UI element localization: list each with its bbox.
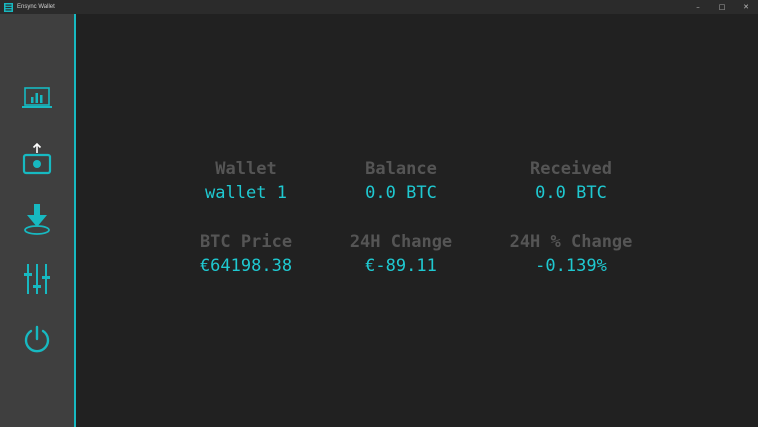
sliders-icon bbox=[22, 262, 52, 300]
balance-value: 0.0 BTC bbox=[365, 183, 437, 203]
received-label: Received bbox=[530, 159, 612, 179]
close-button[interactable]: ✕ bbox=[734, 0, 758, 14]
received-value: 0.0 BTC bbox=[535, 183, 607, 203]
change-24h-label: 24H Change bbox=[349, 232, 453, 252]
wallet-value: wallet 1 bbox=[205, 183, 287, 203]
sidebar-item-settings[interactable] bbox=[0, 259, 74, 303]
sidebar bbox=[0, 14, 76, 427]
wallet-label: Wallet bbox=[215, 159, 277, 179]
minimize-button[interactable]: – bbox=[686, 0, 710, 14]
send-icon bbox=[21, 142, 53, 180]
btc-price-value: €64198.38 bbox=[199, 256, 293, 276]
main-panel: Wallet wallet 1 Balance 0.0 BTC Received… bbox=[76, 14, 758, 427]
btc-price-label: BTC Price bbox=[199, 232, 293, 252]
pct-change-24h-value: -0.139% bbox=[535, 256, 607, 276]
maximize-button[interactable]: □ bbox=[710, 0, 734, 14]
app-window: Ensync Wallet – □ ✕ Wallet wallet 1 Bala… bbox=[0, 0, 758, 427]
sidebar-item-send[interactable] bbox=[0, 139, 74, 183]
balance-label: Balance bbox=[365, 159, 437, 179]
sidebar-item-power[interactable] bbox=[0, 320, 74, 364]
sidebar-item-receive[interactable] bbox=[0, 199, 74, 243]
window-controls: – □ ✕ bbox=[686, 0, 758, 14]
window-title: Ensync Wallet bbox=[17, 4, 55, 10]
chart-icon bbox=[22, 85, 52, 115]
pct-change-24h-label: 24H % Change bbox=[509, 232, 633, 252]
app-logo-icon bbox=[4, 2, 13, 12]
change-24h-value: €-89.11 bbox=[365, 256, 437, 276]
title-bar: Ensync Wallet – □ ✕ bbox=[0, 0, 758, 14]
sidebar-item-dashboard[interactable] bbox=[0, 78, 74, 122]
power-icon bbox=[22, 325, 52, 359]
download-icon bbox=[21, 202, 53, 240]
